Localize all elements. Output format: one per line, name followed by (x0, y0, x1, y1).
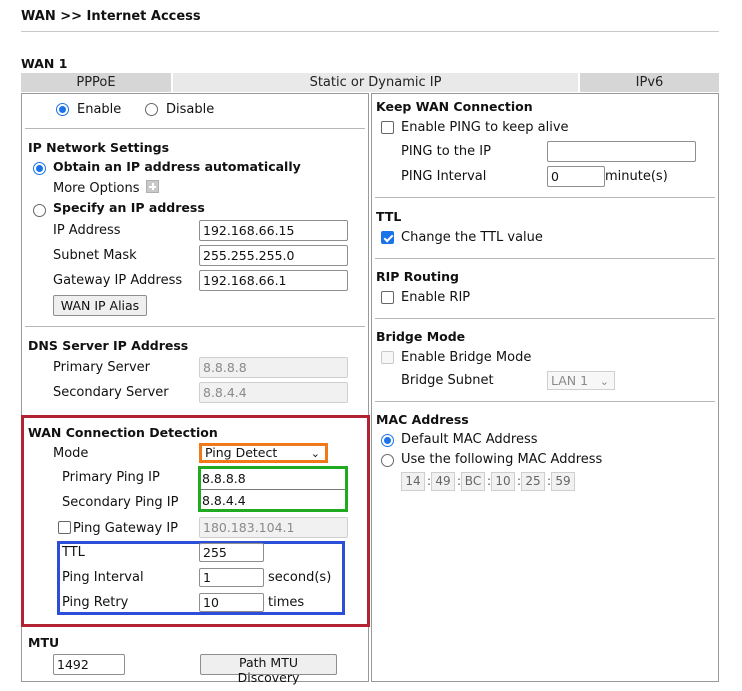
enable-rip-label: Enable RIP (401, 290, 471, 305)
ping-retry-input[interactable] (199, 593, 264, 612)
disable-label: Disable (166, 102, 215, 117)
mac-octet-5[interactable]: 25 (521, 472, 545, 491)
ping-interval-label: Ping Interval (62, 570, 144, 585)
obtain-ip-label: Obtain an IP address automatically (53, 159, 301, 174)
ttl-label: TTL (62, 545, 85, 560)
secondary-ping-input[interactable] (201, 491, 345, 509)
secondary-dns-input[interactable] (199, 382, 348, 403)
tab-ipv6[interactable]: IPv6 (580, 73, 719, 92)
breadcrumb: WAN >> Internet Access (21, 9, 201, 24)
ip-settings-title: IP Network Settings (28, 140, 170, 155)
keep-wan-title: Keep WAN Connection (376, 99, 533, 114)
mtu-input[interactable] (53, 654, 125, 675)
primary-server-label: Primary Server (53, 360, 150, 375)
mac-octet-3[interactable]: BC (461, 472, 485, 491)
enable-bridge-label: Enable Bridge Mode (401, 350, 532, 365)
ttl-input[interactable] (199, 543, 264, 562)
mtu-title: MTU (28, 635, 60, 650)
change-ttl-checkbox[interactable] (381, 231, 394, 244)
primary-ping-label: Primary Ping IP (62, 470, 160, 485)
mode-select[interactable]: Ping Detect ⌄ (199, 443, 328, 463)
keep-ping-interval-label: PING Interval (401, 169, 487, 184)
obtain-ip-radio[interactable] (33, 162, 46, 175)
primary-dns-input[interactable] (199, 357, 348, 378)
more-options-label: More Options (53, 181, 140, 196)
ping-retry-unit: times (268, 595, 305, 610)
disable-radio[interactable] (145, 103, 158, 116)
mac-octet-6[interactable]: 59 (551, 472, 575, 491)
specify-ip-label: Specify an IP address (53, 200, 205, 215)
detection-title: WAN Connection Detection (28, 425, 218, 440)
subnet-mask-input[interactable] (199, 245, 348, 266)
secondary-server-label: Secondary Server (53, 385, 169, 400)
ping-gateway-input[interactable] (199, 517, 348, 538)
bridge-subnet-select[interactable]: LAN 1 ⌄ (547, 371, 615, 390)
gateway-ip-input[interactable] (199, 270, 348, 291)
enable-ping-checkbox[interactable] (381, 121, 394, 134)
mac-octet-4[interactable]: 10 (491, 472, 515, 491)
enable-radio[interactable] (56, 103, 69, 116)
ping-to-ip-input[interactable] (547, 141, 696, 162)
ip-address-input[interactable] (199, 220, 348, 241)
tab-static-dynamic-ip[interactable]: Static or Dynamic IP (173, 73, 578, 92)
default-mac-label: Default MAC Address (401, 432, 538, 447)
enable-bridge-checkbox[interactable] (381, 351, 394, 364)
enable-label: Enable (77, 102, 122, 117)
mac-octet-2[interactable]: 49 (431, 472, 455, 491)
enable-ping-label: Enable PING to keep alive (401, 120, 569, 135)
default-mac-radio[interactable] (381, 434, 394, 447)
ping-to-ip-label: PING to the IP (401, 144, 491, 159)
subnet-mask-label: Subnet Mask (53, 248, 137, 263)
primary-ping-input[interactable] (201, 469, 345, 488)
plus-icon[interactable] (146, 180, 159, 193)
dns-title: DNS Server IP Address (28, 338, 189, 353)
bridge-subnet-value: LAN 1 (551, 373, 589, 388)
secondary-ping-label: Secondary Ping IP (62, 495, 179, 510)
mac-octet-1[interactable]: 14 (401, 472, 425, 491)
following-mac-radio[interactable] (381, 454, 394, 467)
chevron-down-icon: ⌄ (310, 447, 320, 460)
ip-address-label: IP Address (53, 223, 121, 238)
wan-ip-alias-button[interactable]: WAN IP Alias (53, 295, 147, 316)
mode-value: Ping Detect (205, 445, 278, 460)
ping-gateway-label: Ping Gateway IP (73, 521, 179, 536)
change-ttl-label: Change the TTL value (401, 230, 543, 245)
ttl-title: TTL (376, 209, 402, 224)
tab-pppoe[interactable]: PPPoE (21, 73, 171, 92)
bridge-subnet-label: Bridge Subnet (401, 373, 494, 388)
enable-rip-checkbox[interactable] (381, 291, 394, 304)
mode-label: Mode (53, 446, 89, 461)
ping-interval-unit: second(s) (268, 570, 332, 585)
keep-ping-interval-input[interactable] (547, 166, 605, 187)
bridge-title: Bridge Mode (376, 329, 466, 344)
path-mtu-discovery-button[interactable]: Path MTU Discovery (200, 654, 337, 685)
ping-retry-label: Ping Retry (62, 595, 129, 610)
ping-interval-input[interactable] (199, 568, 264, 587)
rip-title: RIP Routing (376, 269, 460, 284)
following-mac-label: Use the following MAC Address (401, 452, 603, 467)
gateway-ip-label: Gateway IP Address (53, 273, 183, 288)
specify-ip-radio[interactable] (33, 204, 46, 217)
mac-title: MAC Address (376, 412, 469, 427)
chevron-down-icon: ⌄ (599, 375, 609, 388)
keep-ping-interval-unit: minute(s) (605, 169, 668, 184)
ping-gateway-checkbox[interactable] (58, 521, 71, 534)
section-title: WAN 1 (21, 56, 68, 71)
